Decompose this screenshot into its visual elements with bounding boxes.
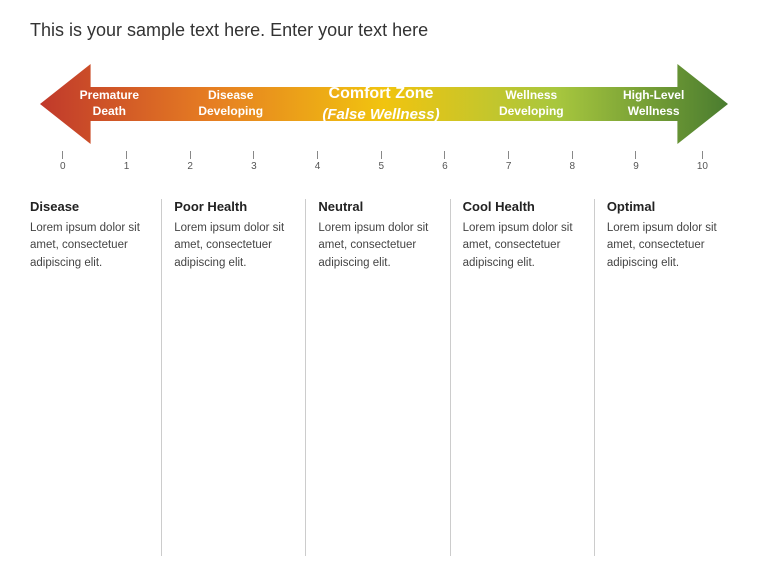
label-comfort-zone: Comfort Zone (False Wellness) (318, 84, 443, 124)
col-title-optimal: Optimal (607, 199, 726, 214)
column-disease: Disease Lorem ipsum dolor sit amet, cons… (30, 199, 161, 556)
col-body-disease: Lorem ipsum dolor sit amet, consectetuer… (30, 220, 149, 272)
col-title-neutral: Neutral (318, 199, 437, 214)
scale-tick-0: 0 (60, 151, 66, 172)
column-optimal: Optimal Lorem ipsum dolor sit amet, cons… (594, 199, 738, 556)
scale-tick-6: 6 (442, 151, 448, 172)
scale-tick-1: 1 (124, 151, 130, 172)
scale-tick-4: 4 (315, 151, 321, 172)
arrow-labels: Premature Death Disease Developing Comfo… (40, 59, 728, 149)
label-wellness-developing: Wellness Developing (495, 88, 568, 119)
col-body-neutral: Lorem ipsum dolor sit amet, consectetuer… (318, 220, 437, 272)
page-title: This is your sample text here. Enter you… (30, 20, 738, 41)
arrow-container: Premature Death Disease Developing Comfo… (30, 59, 738, 179)
col-title-poor-health: Poor Health (174, 199, 293, 214)
column-poor-health: Poor Health Lorem ipsum dolor sit amet, … (161, 199, 305, 556)
col-title-disease: Disease (30, 199, 149, 214)
col-body-optimal: Lorem ipsum dolor sit amet, consectetuer… (607, 220, 726, 272)
scale-row: 0 1 2 3 4 5 6 7 8 9 10 (40, 151, 728, 179)
scale-ticks: 0 1 2 3 4 5 6 7 8 9 10 (40, 151, 728, 172)
scale-tick-2: 2 (187, 151, 193, 172)
bottom-section: Disease Lorem ipsum dolor sit amet, cons… (30, 199, 738, 556)
scale-tick-10: 10 (697, 151, 708, 172)
page: This is your sample text here. Enter you… (0, 0, 768, 576)
scale-tick-5: 5 (378, 151, 384, 172)
scale-tick-9: 9 (633, 151, 639, 172)
scale-tick-7: 7 (506, 151, 512, 172)
column-cool-health: Cool Health Lorem ipsum dolor sit amet, … (450, 199, 594, 556)
column-neutral: Neutral Lorem ipsum dolor sit amet, cons… (305, 199, 449, 556)
col-body-cool-health: Lorem ipsum dolor sit amet, consectetuer… (463, 220, 582, 272)
col-title-cool-health: Cool Health (463, 199, 582, 214)
label-high-level-wellness: High-Level Wellness (619, 88, 688, 119)
col-body-poor-health: Lorem ipsum dolor sit amet, consectetuer… (174, 220, 293, 272)
scale-tick-8: 8 (570, 151, 576, 172)
scale-tick-3: 3 (251, 151, 257, 172)
label-premature-death: Premature Death (76, 88, 143, 119)
label-disease-developing: Disease Developing (194, 88, 267, 119)
